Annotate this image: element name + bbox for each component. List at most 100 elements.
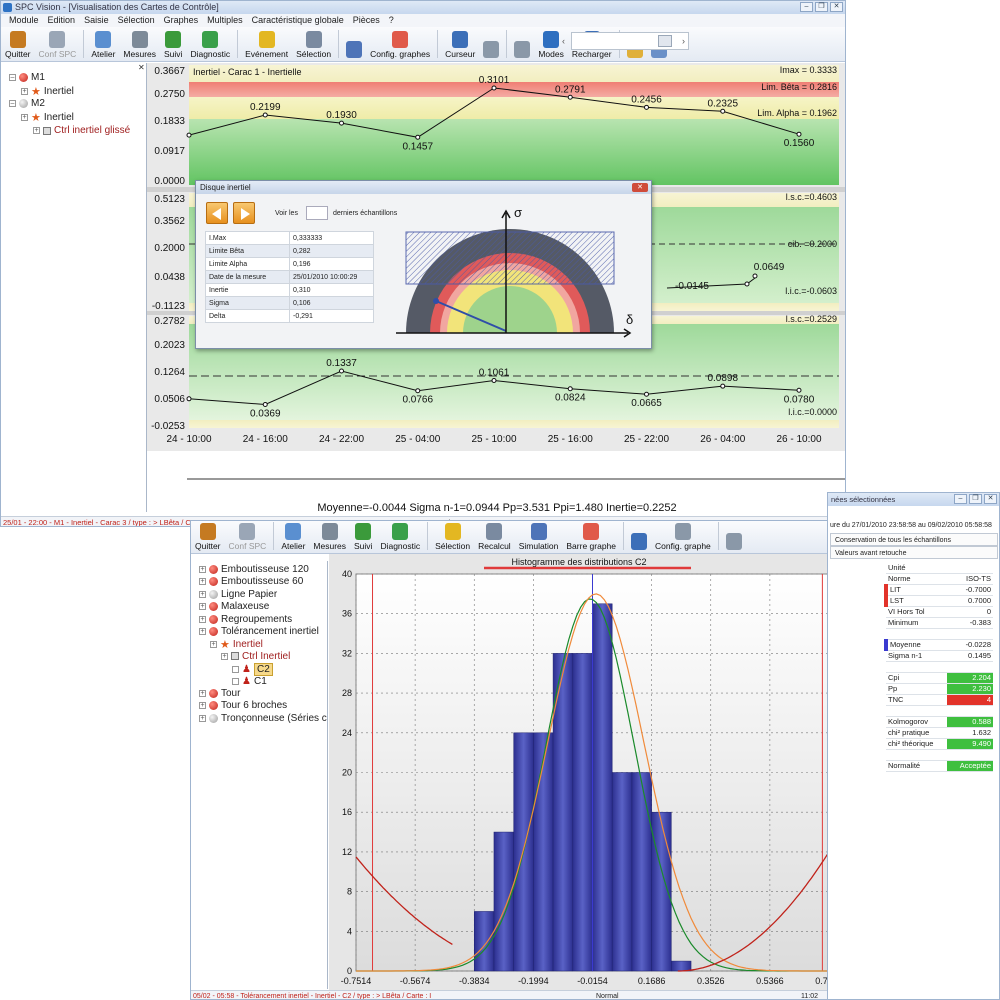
toolbar-button[interactable]: Diagnostic xyxy=(186,31,234,61)
scroll-left-arrow-icon[interactable]: ‹ xyxy=(562,36,565,46)
data-point[interactable] xyxy=(720,108,726,114)
toolbar-button[interactable]: Barre graphe xyxy=(562,523,620,553)
menu-item[interactable]: Pièces xyxy=(353,14,380,27)
toolbar-button[interactable]: Atelier xyxy=(277,523,309,553)
tree-item[interactable]: – M1 xyxy=(9,72,45,83)
toolbar-button[interactable]: Recalcul xyxy=(474,523,515,553)
expand-icon[interactable]: + xyxy=(33,127,40,134)
horizontal-scroll[interactable] xyxy=(571,32,689,50)
tree-item[interactable]: + Tour 6 broches xyxy=(199,700,287,711)
toolbar-button[interactable]: Config. graphes xyxy=(366,31,434,61)
toolbar-button[interactable] xyxy=(722,533,746,553)
expand-icon[interactable]: + xyxy=(210,641,217,649)
data-point[interactable] xyxy=(720,383,726,389)
data-point[interactable] xyxy=(262,401,268,407)
toolbar-button[interactable]: Diagnostic xyxy=(376,523,424,553)
scroll-thumb[interactable] xyxy=(658,35,672,47)
data-point[interactable] xyxy=(339,368,344,374)
data-point[interactable] xyxy=(186,396,192,402)
next-button[interactable] xyxy=(233,202,255,224)
toolbar-button[interactable]: Evénement xyxy=(241,31,292,61)
toolbar-button[interactable]: Quitter xyxy=(1,31,35,61)
close-icon[interactable]: ✕ xyxy=(830,2,843,12)
toolbar-button[interactable]: Atelier xyxy=(87,31,119,61)
dialog-close-icon[interactable]: ✕ xyxy=(632,183,648,192)
data-point[interactable] xyxy=(186,132,192,138)
minimize-icon[interactable]: – xyxy=(800,2,813,12)
toolbar-button[interactable]: Config. graphe xyxy=(651,523,715,553)
scroll-right-arrow-icon[interactable]: › xyxy=(682,36,685,46)
expand-icon[interactable]: – xyxy=(9,100,16,107)
tree-item[interactable]: – M2 xyxy=(9,98,45,109)
data-point[interactable] xyxy=(796,387,802,393)
expand-icon[interactable] xyxy=(232,677,239,685)
expand-icon[interactable]: + xyxy=(221,652,228,660)
histogram-bar[interactable] xyxy=(592,603,613,972)
toolbar-button[interactable]: Suivi xyxy=(350,523,376,553)
histogram-bar[interactable] xyxy=(533,732,554,972)
minimize-icon[interactable]: – xyxy=(954,494,967,504)
menu-item-before-rework[interactable]: Valeurs avant retouche xyxy=(830,546,998,559)
toolbar-button[interactable]: Simulation xyxy=(515,523,563,553)
toolbar-button[interactable]: Sélection xyxy=(292,31,335,61)
tree-item[interactable]: + Regroupements xyxy=(199,614,292,625)
data-point[interactable] xyxy=(567,94,573,100)
close-panel-icon[interactable]: ✕ xyxy=(138,63,145,72)
restore-icon[interactable]: ❐ xyxy=(815,2,828,12)
tree-item[interactable]: + Tronçonneuse (Séries courtes) xyxy=(199,713,327,724)
expand-icon[interactable]: + xyxy=(199,714,206,722)
data-point[interactable] xyxy=(644,391,649,397)
histogram-bar[interactable] xyxy=(572,653,593,972)
expand-icon[interactable]: + xyxy=(21,114,28,121)
data-point[interactable] xyxy=(339,120,344,126)
data-point[interactable] xyxy=(567,386,573,392)
tree-item[interactable]: + Ctrl inertiel glissé xyxy=(33,125,130,136)
data-point[interactable] xyxy=(415,388,421,394)
toolbar-button[interactable]: Conf SPC xyxy=(225,523,271,553)
expand-icon[interactable] xyxy=(232,666,239,674)
tree-item[interactable]: ♟ C1 xyxy=(232,676,267,687)
data-point[interactable] xyxy=(415,134,421,140)
histogram-bar[interactable] xyxy=(493,831,514,972)
toolbar-button[interactable] xyxy=(342,41,366,61)
tree-item[interactable]: + Tolérancement inertiel xyxy=(199,626,319,637)
toolbar-button[interactable]: Mesures xyxy=(119,31,160,61)
expand-icon[interactable]: + xyxy=(199,702,206,710)
data-point[interactable] xyxy=(491,378,497,384)
tree-item[interactable]: + ★ Inertiel xyxy=(210,638,263,651)
tree-item[interactable]: + ★ Inertiel xyxy=(21,111,74,124)
tree-item[interactable]: + Malaxeuse xyxy=(199,601,269,612)
restore-icon[interactable]: ❐ xyxy=(969,494,982,504)
histogram-bar[interactable] xyxy=(631,772,652,972)
tree-item[interactable]: ♟ C2 xyxy=(232,663,273,677)
menu-item[interactable]: Sélection xyxy=(118,14,155,27)
expand-icon[interactable]: + xyxy=(21,88,28,95)
menu-item[interactable]: ? xyxy=(389,14,394,27)
histogram-bar[interactable] xyxy=(611,772,633,972)
toolbar-button[interactable]: Suivi xyxy=(160,31,186,61)
menu-item[interactable]: Graphes xyxy=(164,14,199,27)
expand-icon[interactable]: – xyxy=(9,74,16,81)
tree-item[interactable]: + ★ Inertiel xyxy=(21,85,74,98)
data-point[interactable] xyxy=(644,104,649,110)
data-point[interactable] xyxy=(491,85,497,91)
tree-item[interactable]: + Ligne Papier xyxy=(199,589,277,600)
menu-item-keep-all[interactable]: Conservation de tous les échantillons xyxy=(830,533,998,546)
expand-icon[interactable]: + xyxy=(199,690,206,697)
tree-item[interactable]: + Emboutisseuse 120 xyxy=(199,564,309,575)
toolbar-button[interactable] xyxy=(510,41,534,61)
previous-button[interactable] xyxy=(206,202,228,224)
expand-icon[interactable]: + xyxy=(199,628,206,635)
menu-item[interactable]: Caractéristique globale xyxy=(252,14,344,27)
toolbar-button[interactable]: Sélection xyxy=(431,523,474,553)
expand-icon[interactable]: + xyxy=(199,615,206,623)
tree-item[interactable]: + Tour xyxy=(199,688,240,699)
toolbar-button[interactable] xyxy=(627,533,651,553)
toolbar-button[interactable]: Conf SPC xyxy=(35,31,81,61)
menu-item[interactable]: Module xyxy=(9,14,39,27)
tree-item[interactable]: + Emboutisseuse 60 xyxy=(199,576,303,587)
expand-icon[interactable]: + xyxy=(199,566,206,573)
menu-item[interactable]: Edition xyxy=(48,14,76,27)
menu-item[interactable]: Multiples xyxy=(207,14,243,27)
toolbar-button[interactable] xyxy=(479,41,503,61)
